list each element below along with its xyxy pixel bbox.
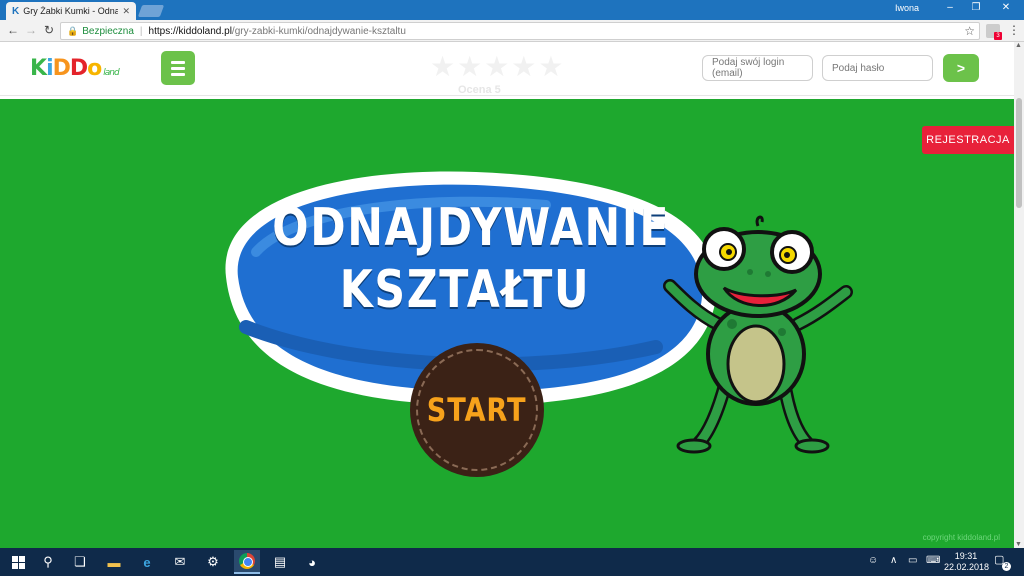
clock-date: 22.02.2018	[944, 562, 990, 572]
frog-character-icon	[663, 215, 853, 454]
start-menu-icon[interactable]	[8, 552, 28, 572]
game-title: ODNAJDYWANIE KSZTAŁTU	[272, 197, 671, 321]
game-title-line1: ODNAJDYWANIE	[272, 198, 671, 258]
logo-letter-k: K	[30, 56, 47, 81]
login-email-input[interactable]: Podaj swój login (email)	[702, 55, 813, 81]
hamburger-menu-button[interactable]	[161, 51, 195, 85]
reload-icon[interactable]: ↻	[42, 23, 56, 37]
taskbar-clock[interactable]: 19:31 22.02.2018	[944, 551, 990, 573]
forward-icon[interactable]: →	[24, 23, 38, 37]
file-explorer-icon[interactable]: ▬	[104, 552, 124, 572]
scroll-down-icon[interactable]: ▼	[1015, 541, 1022, 548]
start-label: START	[427, 391, 527, 429]
bookmark-star-icon[interactable]: ☆	[964, 24, 975, 38]
logo-letter-d2: D	[69, 56, 88, 81]
logo-letter-o: o	[87, 56, 102, 81]
keyboard-icon[interactable]: ⌨	[926, 555, 940, 566]
site-header: KiDDo land ★★★★★ Ocena 5 Podaj swój login…	[0, 42, 1014, 96]
mail-icon[interactable]: ✉	[170, 552, 190, 572]
back-icon[interactable]: ←	[6, 23, 20, 37]
login-submit-button[interactable]: >	[943, 54, 979, 82]
close-window-icon[interactable]: ✕	[996, 2, 1016, 13]
register-button[interactable]: REJESTRACJA	[922, 126, 1014, 154]
new-tab-button[interactable]	[137, 5, 165, 17]
notepad-icon[interactable]: ▤	[270, 552, 290, 572]
secure-label: Bezpieczna	[82, 25, 134, 37]
rating-label: Ocena 5	[458, 84, 501, 96]
address-separator: |	[139, 25, 143, 37]
browser-titlebar: K Gry Żabki Kumki - Odnaj ✕ Iwona – ❐ ✕	[0, 0, 1024, 20]
tab-title: Gry Żabki Kumki - Odnaj	[23, 6, 119, 16]
notification-badge: 2	[1002, 562, 1011, 571]
copyright-text: copyright kiddoland.pl	[922, 533, 1000, 542]
close-tab-icon[interactable]: ✕	[122, 6, 130, 17]
web-page: KiDDo land ★★★★★ Ocena 5 Podaj swój login…	[0, 42, 1014, 548]
people-icon[interactable]: ☺	[868, 555, 878, 566]
profile-name[interactable]: Iwona	[895, 3, 919, 13]
menu-line-icon	[171, 66, 185, 70]
windows-taskbar: ⚲ ❏ ▬ e ✉ ⚙ ▤ ◕ ☺ ∧ ▭ ⌨ 19:31 22.02.2018…	[0, 548, 1024, 576]
url-path: /gry-zabki-kumki/odnajdywanie-ksztaltu	[231, 25, 406, 37]
search-icon[interactable]: ⚲	[38, 552, 58, 572]
minimize-icon[interactable]: –	[940, 2, 960, 13]
show-hidden-icons-icon[interactable]: ∧	[890, 555, 897, 566]
scroll-up-icon[interactable]: ▲	[1015, 42, 1022, 49]
kiddoland-logo[interactable]: KiDDo land	[30, 56, 120, 81]
clock-time: 19:31	[954, 551, 978, 561]
paint-icon[interactable]: ◕	[302, 552, 322, 572]
lock-icon: 🔒	[67, 25, 79, 36]
maximize-icon[interactable]: ❐	[966, 2, 986, 13]
menu-line-icon	[171, 72, 185, 76]
browser-tab[interactable]: K Gry Żabki Kumki - Odnaj ✕	[6, 2, 136, 20]
battery-icon[interactable]: ▭	[908, 555, 917, 566]
logo-letter-d1: D	[52, 56, 71, 81]
site-favicon-icon: K	[12, 5, 20, 17]
rating-widget[interactable]: ★★★★★ Ocena 5	[430, 50, 566, 96]
scroll-thumb[interactable]	[1016, 98, 1022, 208]
game-canvas[interactable]: REJESTRACJA ODNAJDYWANIE KSZTAŁTU START	[0, 99, 1014, 548]
edge-icon[interactable]: e	[137, 552, 157, 572]
menu-line-icon	[171, 60, 185, 64]
browser-toolbar: ← → ↻ 🔒 Bezpieczna | https://kiddoland.p…	[0, 20, 1024, 42]
settings-gear-icon[interactable]: ⚙	[203, 552, 223, 572]
start-button[interactable]: START	[410, 343, 544, 477]
game-title-line2: KSZTAŁTU	[339, 260, 591, 320]
page-scrollbar[interactable]: ▲ ▼	[1014, 42, 1024, 548]
rating-stars-icon[interactable]: ★★★★★	[430, 50, 566, 83]
browser-menu-icon[interactable]: ⋮	[1008, 23, 1020, 37]
task-view-icon[interactable]: ❏	[70, 552, 90, 572]
url-host: https://kiddoland.pl	[148, 25, 232, 37]
extension-badge: 3	[994, 32, 1002, 40]
chrome-icon[interactable]	[234, 550, 260, 574]
password-input[interactable]: Podaj hasło	[822, 55, 933, 81]
logo-land: land	[103, 68, 119, 78]
address-bar[interactable]: 🔒 Bezpieczna | https://kiddoland.pl /gry…	[60, 22, 980, 40]
